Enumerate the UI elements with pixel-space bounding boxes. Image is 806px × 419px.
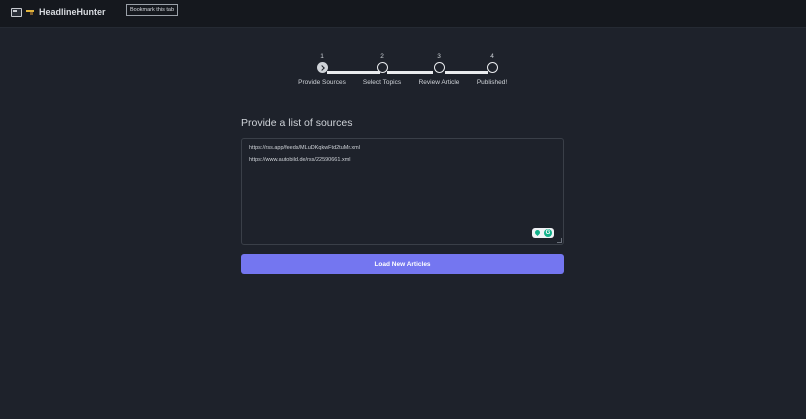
progress-stepper: 1 Provide Sources 2 Select Topics 3 Revi… <box>290 52 520 97</box>
load-new-articles-button[interactable]: Load New Articles <box>241 254 564 274</box>
bookmark-tooltip: Bookmark this tab <box>126 4 179 16</box>
step-number: 4 <box>490 53 494 60</box>
sources-textarea[interactable]: https://rss.app/feeds/MLuDKqkwFtd2tuMr.x… <box>241 138 564 245</box>
extension-badge[interactable]: G <box>532 228 554 238</box>
brand[interactable]: HeadlineHunter <box>11 7 106 17</box>
gun-icon <box>26 9 34 15</box>
chevron-right-icon <box>316 62 328 73</box>
top-bar: HeadlineHunter Bookmark this tab <box>0 0 806 28</box>
step-circle <box>376 62 388 73</box>
source-url: https://www.autobild.de/rss/22590661.xml <box>249 157 351 163</box>
app-title: HeadlineHunter <box>39 7 106 17</box>
step-published[interactable]: 4 Published! <box>457 52 527 86</box>
source-url: https://rss.app/feeds/MLuDKqkwFtd2tuMr.x… <box>249 145 360 151</box>
grammar-g-icon[interactable]: G <box>544 229 552 237</box>
resize-handle-icon[interactable] <box>557 238 562 243</box>
page-title: Provide a list of sources <box>241 117 353 129</box>
step-label: Published! <box>476 79 508 86</box>
step-circle <box>486 62 498 73</box>
window-icon <box>11 7 22 17</box>
pin-icon[interactable] <box>533 228 542 237</box>
step-circle <box>433 62 445 73</box>
